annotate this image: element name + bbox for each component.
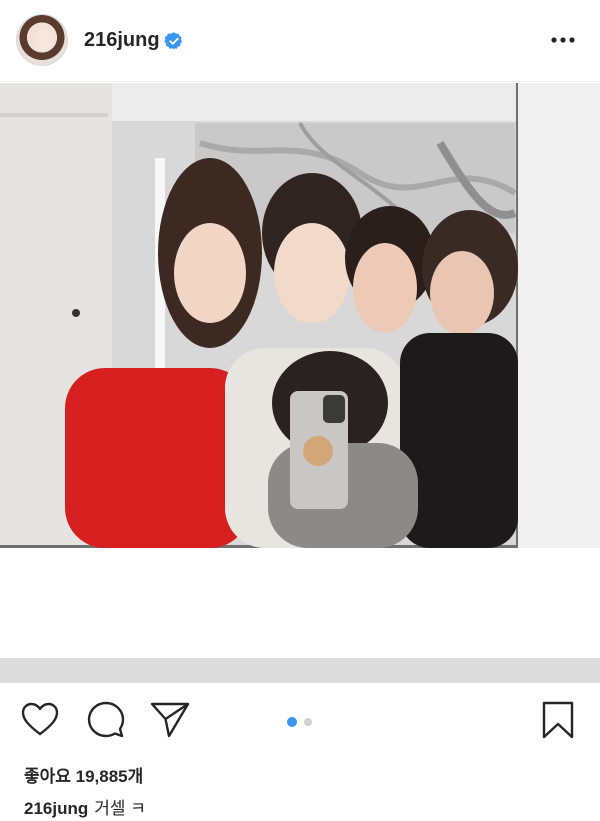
avatar-face (35, 29, 53, 51)
avatar[interactable] (16, 14, 68, 66)
caption-username[interactable]: 216jung (24, 799, 88, 818)
more-options-icon[interactable] (550, 30, 576, 50)
verified-badge-icon (164, 32, 183, 50)
carousel-dot-active (287, 717, 297, 727)
post-caption: 216jung 거셀 ㅋ (24, 794, 146, 819)
post-photo[interactable] (0, 83, 600, 683)
carousel-dot (304, 718, 312, 726)
comment-icon[interactable] (86, 700, 126, 740)
paper-plane-icon[interactable] (150, 700, 190, 740)
post-username[interactable]: 216jung (84, 29, 160, 52)
likes-count[interactable]: 좋아요 19,885개 (24, 762, 143, 787)
mirror-selfie-image (0, 83, 600, 683)
heart-icon[interactable] (20, 700, 60, 740)
post-header: 216jung (0, 0, 600, 82)
caption-text: 거셀 ㅋ (94, 799, 146, 818)
action-bar (0, 700, 600, 744)
carousel-indicator (287, 717, 312, 727)
bookmark-icon[interactable] (538, 700, 578, 740)
